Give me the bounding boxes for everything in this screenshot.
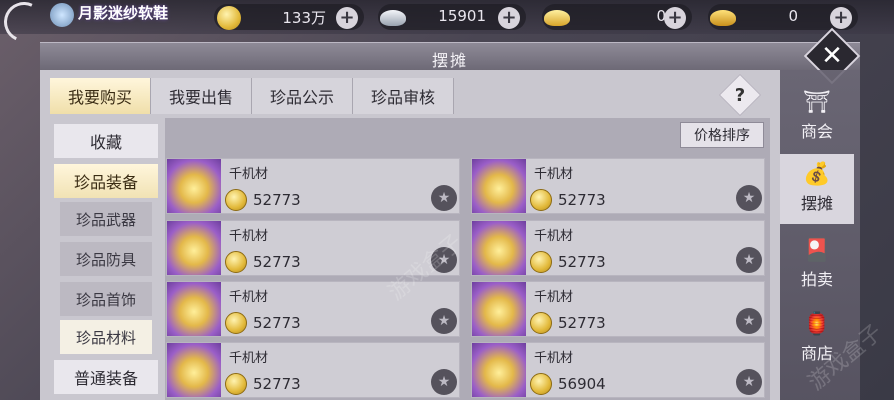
category-rare-materials[interactable]: 珍品材料: [60, 320, 152, 354]
category-normal-equipment[interactable]: 普通装备: [54, 360, 158, 394]
tab-rare-showcase[interactable]: 珍品公示: [252, 78, 354, 114]
gold-coin-icon: [530, 189, 552, 211]
panel-header: 摆摊: [40, 42, 860, 70]
item-thumbnail: [472, 343, 526, 397]
gold-coin-icon: [225, 312, 247, 334]
category-rare-weapons[interactable]: 珍品武器: [60, 202, 152, 236]
listing-card[interactable]: 千机材 52773 ★: [471, 158, 765, 214]
item-price: 52773: [253, 375, 301, 393]
gold-ingot-icon: [544, 5, 570, 31]
yuanbao-icon: [710, 5, 736, 31]
item-price: 52773: [558, 191, 606, 209]
help-icon[interactable]: ?: [725, 80, 755, 110]
currency-bar: 月影迷纱软鞋 133万 + 15901 + 0 + 0 +: [0, 0, 894, 48]
add-yuanbao-button[interactable]: +: [830, 7, 852, 29]
item-price: 52773: [253, 314, 301, 332]
guild-icon: ⛩: [803, 90, 831, 115]
favorite-star-icon[interactable]: ★: [736, 185, 762, 211]
category-rare-jewelry[interactable]: 珍品首饰: [60, 282, 152, 316]
item-name: 千机材: [229, 290, 269, 305]
gold-coin-icon: [530, 312, 552, 334]
panel-title: 摆摊: [431, 51, 468, 70]
listing-card[interactable]: 千机材 52773 ★: [166, 342, 460, 398]
gold-coin-cell: 133万 +: [214, 4, 364, 30]
gold-coin-icon: [216, 5, 242, 31]
tab-bar: 我要购买 我要出售 珍品公示 珍品审核: [50, 78, 455, 114]
tab-rare-review[interactable]: 珍品审核: [353, 78, 455, 114]
listing-card[interactable]: 千机材 52773 ★: [166, 281, 460, 337]
gold-ingot-value: 0: [656, 7, 666, 25]
tab-sell[interactable]: 我要出售: [151, 78, 253, 114]
add-gold-coin-button[interactable]: +: [336, 7, 358, 29]
tab-buy[interactable]: 我要购买: [50, 78, 152, 114]
nav-auction[interactable]: 🎴 拍卖: [780, 230, 854, 300]
category-rare-armor[interactable]: 珍品防具: [60, 242, 152, 276]
favorite-star-icon[interactable]: ★: [431, 369, 457, 395]
favorite-star-icon[interactable]: ★: [736, 247, 762, 273]
nav-stall[interactable]: 💰 摆摊: [780, 154, 854, 224]
item-name: 千机材: [534, 167, 574, 182]
item-title: 月影迷纱软鞋: [78, 4, 169, 22]
silver-ingot-cell: 15901 +: [378, 4, 526, 30]
item-thumbnail: [167, 159, 221, 213]
stall-icon: 💰: [803, 162, 831, 187]
item-thumbnail: [472, 282, 526, 336]
item-name: 千机材: [229, 351, 269, 366]
gold-coin-icon: [225, 373, 247, 395]
item-price: 52773: [558, 253, 606, 271]
item-price: 52773: [253, 191, 301, 209]
item-thumbnail: [472, 221, 526, 275]
gold-ingot-cell: 0 +: [542, 4, 692, 30]
back-arrow-icon[interactable]: [0, 0, 50, 48]
listing-card[interactable]: 千机材 52773 ★: [471, 220, 765, 276]
gold-coin-icon: [530, 373, 552, 395]
nav-guild-label: 商会: [800, 122, 833, 141]
favorite-star-icon[interactable]: ★: [736, 308, 762, 334]
item-name: 千机材: [229, 229, 269, 244]
nav-guild[interactable]: ⛩ 商会: [780, 82, 854, 152]
favorite-star-icon[interactable]: ★: [431, 247, 457, 273]
favorite-star-icon[interactable]: ★: [431, 308, 457, 334]
add-silver-ingot-button[interactable]: +: [498, 7, 520, 29]
listing-card[interactable]: 千机材 56904 ★: [471, 342, 765, 398]
shop-icon: 🏮: [803, 312, 831, 337]
gold-coin-icon: [225, 251, 247, 273]
favorite-star-icon[interactable]: ★: [736, 369, 762, 395]
gold-coin-icon: [530, 251, 552, 273]
listing-card[interactable]: 千机材 52773 ★: [471, 281, 765, 337]
item-name: 千机材: [534, 229, 574, 244]
silver-ingot-value: 15901: [438, 7, 486, 25]
item-name: 千机材: [229, 167, 269, 182]
add-gold-ingot-button[interactable]: +: [664, 7, 686, 29]
category-rare-equipment[interactable]: 珍品装备: [54, 164, 158, 198]
item-thumbnail: [167, 282, 221, 336]
favorite-star-icon[interactable]: ★: [431, 185, 457, 211]
auction-icon: 🎴: [803, 238, 831, 263]
silver-ingot-icon: [380, 5, 406, 31]
nav-shop[interactable]: 🏮 商店: [780, 304, 854, 374]
yuanbao-value: 0: [788, 7, 798, 25]
item-name: 千机材: [534, 351, 574, 366]
item-icon: [50, 3, 74, 27]
nav-stall-label: 摆摊: [800, 194, 833, 213]
nav-auction-label: 拍卖: [800, 270, 833, 289]
item-thumbnail: [167, 221, 221, 275]
listing-card[interactable]: 千机材 52773 ★: [166, 220, 460, 276]
yuanbao-cell: 0 +: [708, 4, 858, 30]
item-thumbnail: [167, 343, 221, 397]
nav-shop-label: 商店: [800, 344, 833, 363]
item-price: 52773: [253, 253, 301, 271]
sort-by-price-button[interactable]: 价格排序: [680, 122, 764, 148]
listing-card[interactable]: 千机材 52773 ★: [166, 158, 460, 214]
gold-coin-icon: [225, 189, 247, 211]
item-name: 千机材: [534, 290, 574, 305]
gold-coin-value: 133万: [282, 9, 326, 27]
item-price: 52773: [558, 314, 606, 332]
item-price: 56904: [558, 375, 606, 393]
item-thumbnail: [472, 159, 526, 213]
category-favorites[interactable]: 收藏: [54, 124, 158, 158]
